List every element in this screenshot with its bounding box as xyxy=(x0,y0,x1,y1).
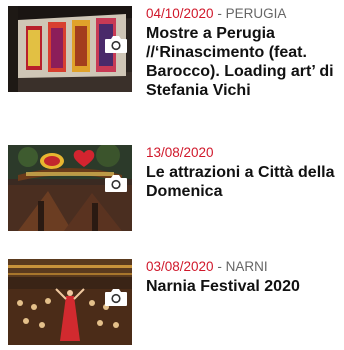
article-text: 04/10/2020 - PERUGIA Mostre a Perugia //… xyxy=(146,6,344,100)
article-title[interactable]: Mostre a Perugia //‘Rinascimento (feat. … xyxy=(146,24,344,100)
article-date: 04/10/2020 xyxy=(146,6,214,21)
camera-icon xyxy=(105,36,127,53)
article-title[interactable]: Narnia Festival 2020 xyxy=(146,277,344,296)
article-location: - NARNI xyxy=(213,259,268,274)
article-meta: 13/08/2020 xyxy=(146,145,344,161)
article-title[interactable]: Le attrazioni a Città della Domenica xyxy=(146,163,344,201)
camera-icon xyxy=(105,289,127,306)
article-location: - PERUGIA xyxy=(213,6,287,21)
article-thumbnail[interactable] xyxy=(8,6,132,92)
article-meta: 03/08/2020 - NARNI xyxy=(146,259,344,275)
camera-icon xyxy=(105,175,127,192)
article-date: 13/08/2020 xyxy=(146,145,214,160)
article-meta: 04/10/2020 - PERUGIA xyxy=(146,6,344,22)
article-thumbnail[interactable] xyxy=(8,259,132,345)
article-thumbnail[interactable] xyxy=(8,145,132,231)
article-text: 13/08/2020 Le attrazioni a Città della D… xyxy=(146,145,344,201)
article-text: 03/08/2020 - NARNI Narnia Festival 2020 xyxy=(146,259,344,296)
article-date: 03/08/2020 xyxy=(146,259,214,274)
